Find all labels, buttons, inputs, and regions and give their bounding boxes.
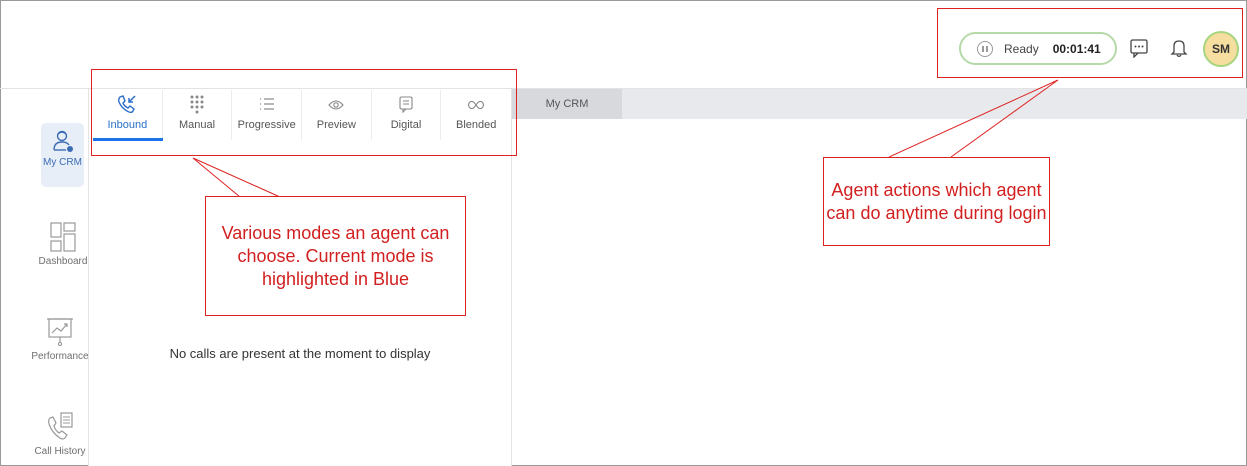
actions-highlight-box (937, 8, 1243, 78)
tab-strip (512, 89, 1247, 119)
nav-item-performance[interactable]: Performance (30, 317, 90, 362)
dashboard-icon (50, 222, 76, 252)
nav-item-label: Performance (31, 351, 89, 362)
nav-item-label: Call History (34, 446, 86, 457)
call-history-icon (48, 412, 73, 440)
performance-icon (47, 318, 73, 347)
agent-icon (52, 130, 73, 152)
modes-highlight-box (91, 69, 517, 156)
empty-state-message: No calls are present at the moment to di… (169, 346, 431, 361)
tab-my-crm[interactable]: My CRM (512, 89, 622, 119)
nav-item-label: My CRM (43, 157, 82, 168)
modes-callout: Various modes an agent can choose. Curre… (205, 196, 466, 316)
nav-item-dashboard[interactable]: Dashboard (36, 222, 90, 267)
nav-item-call-history[interactable]: Call History (30, 412, 90, 457)
nav-item-label: Dashboard (38, 256, 88, 267)
nav-item-my-crm[interactable]: My CRM (41, 129, 84, 168)
actions-callout: Agent actions which agent can do anytime… (823, 157, 1050, 246)
